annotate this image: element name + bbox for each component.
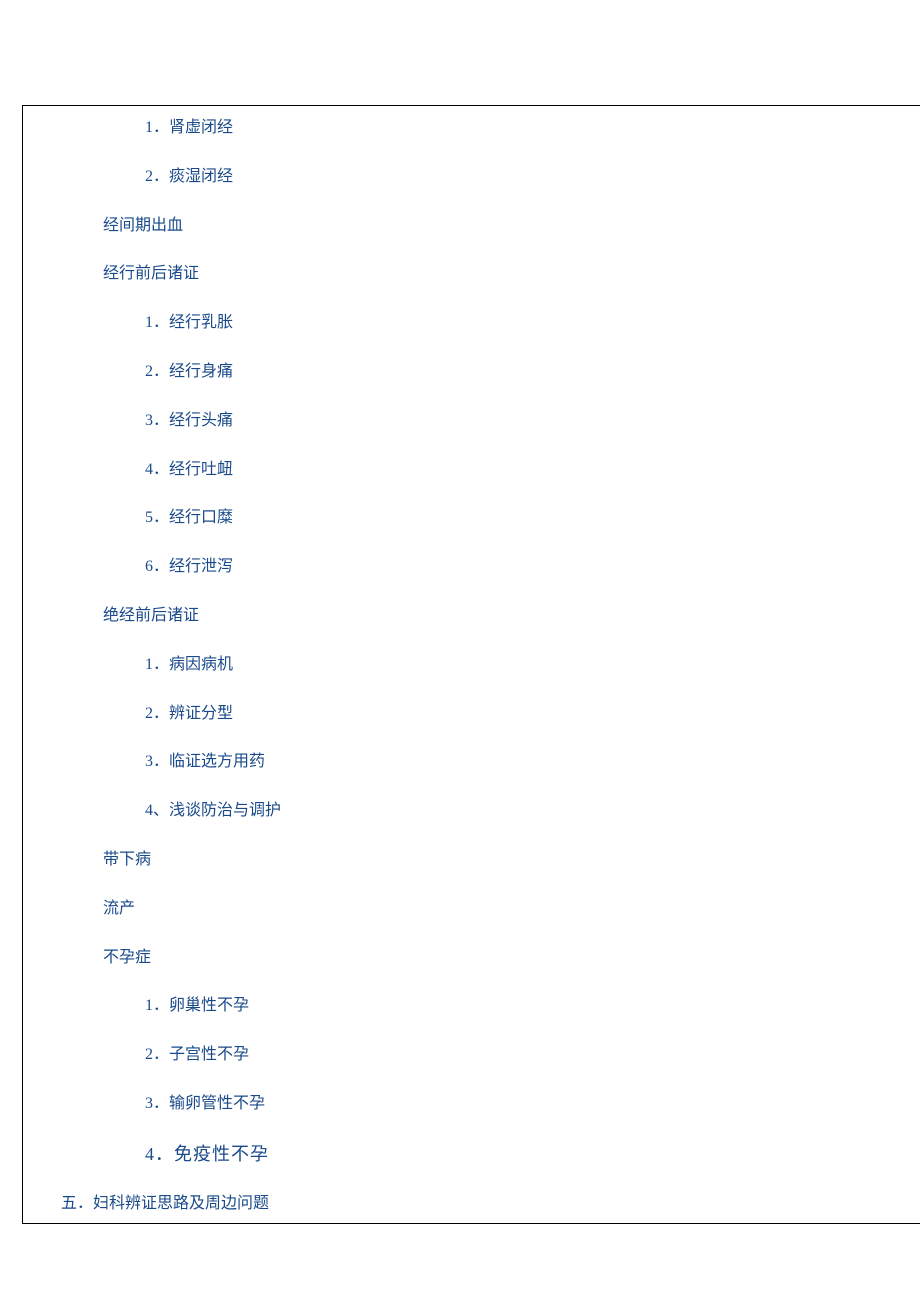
- outline-line: 流产: [61, 899, 920, 920]
- outline-line: 2．经行身痛: [61, 362, 920, 383]
- outline-line: 4．免疫性不孕: [61, 1143, 920, 1166]
- outline-line: 1．卵巢性不孕: [61, 996, 920, 1017]
- outline-line: 经间期出血: [61, 216, 920, 237]
- outline-line: 1．病因病机: [61, 655, 920, 676]
- outline-line: 4、浅谈防治与调护: [61, 801, 920, 822]
- outline-line: 3．临证选方用药: [61, 752, 920, 773]
- outline-line: 2．痰湿闭经: [61, 167, 920, 188]
- outline-line: 1．肾虚闭经: [61, 118, 920, 139]
- outline-line: 不孕症: [61, 948, 920, 969]
- document-frame: 1．肾虚闭经 2．痰湿闭经经间期出血经行前后诸证 1．经行乳胀 2．经行身痛 3．经行头…: [22, 105, 920, 1224]
- outline-line: 2．子宫性不孕: [61, 1045, 920, 1066]
- outline-line: 五．妇科辨证思路及周边问题: [61, 1194, 920, 1215]
- outline-line: 4．经行吐衄: [61, 460, 920, 481]
- outline-line: 3．经行头痛: [61, 411, 920, 432]
- outline-line: 绝经前后诸证: [61, 606, 920, 627]
- outline-line: 带下病: [61, 850, 920, 871]
- outline-line: 2．辨证分型: [61, 704, 920, 725]
- outline-line: 5．经行口糜: [61, 508, 920, 529]
- outline-line: 经行前后诸证: [61, 264, 920, 285]
- outline-line: 3．输卵管性不孕: [61, 1094, 920, 1115]
- document-content: 1．肾虚闭经 2．痰湿闭经经间期出血经行前后诸证 1．经行乳胀 2．经行身痛 3．经行头…: [61, 118, 920, 1215]
- outline-line: 1．经行乳胀: [61, 313, 920, 334]
- outline-line: 6．经行泄泻: [61, 557, 920, 578]
